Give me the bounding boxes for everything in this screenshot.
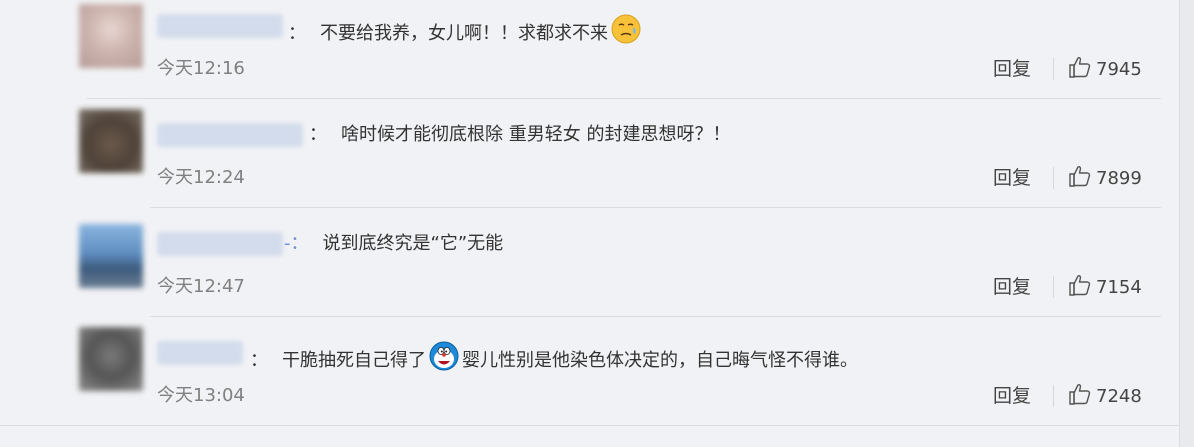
like-button[interactable]: 7154 <box>1068 274 1142 300</box>
comment-divider <box>87 98 1161 99</box>
comment-text: ： 啥时候才能彻底根除 重男轻女 的封建思想呀？！ <box>309 123 730 147</box>
like-count: 7248 <box>1096 385 1142 407</box>
username[interactable] <box>157 123 303 147</box>
like-count: 7899 <box>1096 167 1142 189</box>
avatar[interactable] <box>79 327 143 391</box>
comment-divider <box>150 207 1161 208</box>
name-separator: ： <box>250 350 268 371</box>
timestamp: 今天12:24 <box>157 167 245 188</box>
comment-feed: ： 不要给我养，女儿啊！！求都求不来 今天12:16 回复 7945 ： 啥时候才… <box>0 0 1194 447</box>
comment-item: ： 干脆抽死自己得了 婴儿性别是他染色体决定的，自己晦气怪不得谁。 今天13:04… <box>0 327 1194 435</box>
comment-text-content: 说到底终究是“它”无能 <box>322 233 504 254</box>
thumbs-up-icon <box>1068 273 1092 301</box>
reply-button[interactable]: 回复 <box>993 57 1031 81</box>
like-button[interactable]: 7945 <box>1068 56 1142 82</box>
like-count: 7154 <box>1096 276 1142 298</box>
username[interactable] <box>157 341 243 365</box>
comment-item: -： 说到底终究是“它”无能 今天12:47 回复 7154 <box>0 218 1194 326</box>
avatar[interactable] <box>79 109 143 173</box>
comment-item: ： 不要给我养，女儿啊！！求都求不来 今天12:16 回复 7945 <box>0 0 1194 108</box>
avatar[interactable] <box>79 224 143 288</box>
comment-divider <box>150 316 1161 317</box>
comment-text: ： 不要给我养，女儿啊！！求都求不来 <box>288 14 644 51</box>
name-separator: ： <box>309 124 327 145</box>
action-divider <box>1053 385 1054 407</box>
timestamp: 今天13:04 <box>157 385 245 406</box>
thumbs-up-icon <box>1068 382 1092 410</box>
action-divider <box>1053 276 1054 298</box>
action-divider <box>1053 167 1054 189</box>
comment-text: -： 说到底终究是“它”无能 <box>284 232 503 256</box>
thumbs-up-icon <box>1068 164 1092 192</box>
like-button[interactable]: 7899 <box>1068 165 1142 191</box>
comment-item: ： 啥时候才能彻底根除 重男轻女 的封建思想呀？！ 今天12:24 回复 7899 <box>0 109 1194 217</box>
reply-button[interactable]: 回复 <box>993 166 1031 190</box>
like-count: 7945 <box>1096 58 1142 80</box>
comment-text-content: 干脆抽死自己得了 <box>282 350 426 371</box>
like-button[interactable]: 7248 <box>1068 383 1142 409</box>
username[interactable] <box>157 14 283 38</box>
action-divider <box>1053 58 1054 80</box>
timestamp: 今天12:47 <box>157 276 245 297</box>
reply-button[interactable]: 回复 <box>993 384 1031 408</box>
comment-text-content: 啥时候才能彻底根除 重男轻女 的封建思想呀？！ <box>341 124 731 145</box>
comment-text: ： 干脆抽死自己得了 婴儿性别是他染色体决定的，自己晦气怪不得谁。 <box>250 341 858 378</box>
bottom-divider <box>0 425 1180 426</box>
doraemon-sticker-icon <box>429 341 459 378</box>
name-separator: ： <box>288 23 306 44</box>
avatar[interactable] <box>79 4 143 68</box>
reply-button[interactable]: 回复 <box>993 275 1031 299</box>
timestamp: 今天12:16 <box>157 58 245 79</box>
comment-text-continued: 婴儿性别是他染色体决定的，自己晦气怪不得谁。 <box>462 350 858 371</box>
page-edge <box>1179 0 1194 447</box>
username[interactable] <box>157 232 283 256</box>
thumbs-up-icon <box>1068 55 1092 83</box>
comment-text-content: 不要给我养，女儿啊！！求都求不来 <box>320 23 608 44</box>
sweat-face-icon <box>611 14 641 51</box>
name-separator: -： <box>284 233 309 254</box>
